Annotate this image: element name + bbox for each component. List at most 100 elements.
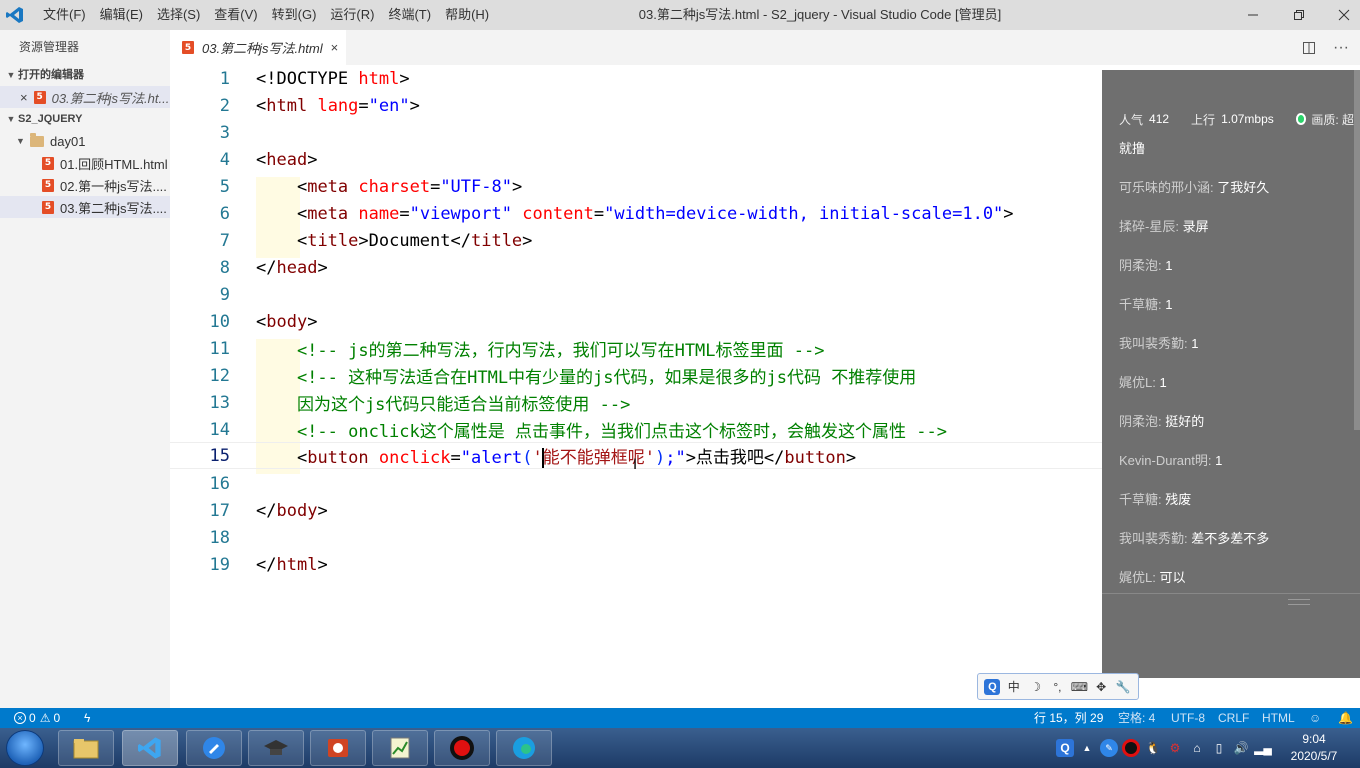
problems-indicator[interactable]: × 0 ⚠ 0 xyxy=(14,708,60,728)
bell-icon[interactable]: 🔔 xyxy=(1338,708,1353,728)
indentation[interactable]: 空格: 4 xyxy=(1118,708,1155,728)
file-item-3[interactable]: 5 03.第二种js写法.... xyxy=(0,196,170,218)
file-explorer-icon[interactable] xyxy=(58,730,114,766)
message-user: 阴柔泡: xyxy=(1119,258,1162,273)
network-manager-icon[interactable]: ⌂ xyxy=(1188,739,1206,757)
menu-go[interactable]: 转到(G) xyxy=(265,0,324,30)
end-of-line[interactable]: CRLF xyxy=(1218,708,1249,728)
code-comment: <!-- onclick这个属性是 点击事件，当我们点击这个标签时，会触发这个属… xyxy=(256,422,947,442)
line-number: 2 xyxy=(219,95,230,116)
close-icon[interactable]: × xyxy=(20,90,28,105)
explorer-sidebar: 资源管理器 ▼ 打开的编辑器 × 5 03.第二种js写法.ht... ▼ S2… xyxy=(0,30,170,708)
project-header[interactable]: ▼ S2_JQUERY xyxy=(0,108,170,130)
clock-date: 2020/5/7 xyxy=(1290,749,1338,763)
open-editors-header[interactable]: ▼ 打开的编辑器 xyxy=(0,64,170,86)
menu-selection[interactable]: 选择(S) xyxy=(150,0,207,30)
file-label: 02.第一种js写法.... xyxy=(60,178,167,194)
code-text: <head> xyxy=(256,149,318,170)
encoding[interactable]: UTF-8 xyxy=(1171,708,1205,728)
record-tray-icon[interactable] xyxy=(1122,739,1140,757)
moon-icon[interactable]: ☽ xyxy=(1027,680,1044,694)
message-user: 我叫裴秀勤: xyxy=(1119,531,1188,546)
code-text: <title>Document</title> xyxy=(296,230,533,251)
split-editor-icon[interactable] xyxy=(1294,30,1324,65)
tray-app-icon[interactable]: ✎ xyxy=(1100,739,1118,757)
powerpoint-icon[interactable] xyxy=(310,730,366,766)
quality-status-icon xyxy=(1295,113,1307,125)
message-user: 揉碎-星辰: xyxy=(1119,219,1179,234)
punctuation-icon[interactable]: °, xyxy=(1049,680,1066,694)
menu-file[interactable]: 文件(F) xyxy=(36,0,93,30)
device-icon[interactable]: ▯ xyxy=(1210,739,1228,757)
chat-message: 阴柔泡: 挺好的 xyxy=(1119,411,1204,430)
qq-input-icon[interactable]: Q xyxy=(1056,739,1074,757)
menu-help[interactable]: 帮助(H) xyxy=(438,0,496,30)
feedback-icon[interactable]: ☺ xyxy=(1309,708,1321,728)
line-number: 1 xyxy=(219,68,230,89)
status-bar: × 0 ⚠ 0 ϟ 行 15，列 29 空格: 4 UTF-8 CRLF HTM… xyxy=(0,708,1360,728)
chevron-down-icon: ▼ xyxy=(16,136,25,146)
keyboard-icon[interactable]: ⌨ xyxy=(1071,680,1088,694)
security-icon[interactable]: ⚙ xyxy=(1166,739,1184,757)
code-text: </body> xyxy=(256,500,328,521)
minimize-button[interactable] xyxy=(1230,0,1276,30)
lightning-icon[interactable]: ϟ xyxy=(84,708,90,728)
tools-icon[interactable]: ✥ xyxy=(1093,680,1110,694)
message-text: 1 xyxy=(1215,453,1223,468)
close-window-button[interactable] xyxy=(1321,0,1360,30)
wrench-icon[interactable]: 🔧 xyxy=(1114,680,1131,694)
screen-recorder-icon[interactable] xyxy=(434,730,490,766)
ime-logo-icon[interactable]: Q xyxy=(984,678,1001,695)
message-text: 就撸 xyxy=(1119,141,1146,156)
clock[interactable]: 9:04 2020/5/7 xyxy=(1284,731,1344,765)
volume-icon[interactable]: 🔊 xyxy=(1232,739,1250,757)
code-text: </html> xyxy=(256,554,328,575)
chart-app-icon[interactable] xyxy=(372,730,428,766)
line-number: 7 xyxy=(219,230,230,251)
error-icon: × xyxy=(14,712,26,724)
menu-terminal[interactable]: 终端(T) xyxy=(381,0,438,30)
ime-mode-toggle[interactable]: 中 xyxy=(1005,678,1022,695)
file-item-2[interactable]: 5 02.第一种js写法.... xyxy=(0,174,170,196)
line-number: 13 xyxy=(209,392,230,413)
menu-edit[interactable]: 编辑(E) xyxy=(93,0,150,30)
signal-icon[interactable]: ▂▄ xyxy=(1254,739,1272,757)
code-text: <meta charset="UTF-8"> xyxy=(296,176,523,197)
qq-penguin-icon[interactable]: 🐧 xyxy=(1144,739,1162,757)
message-text: 了我好久 xyxy=(1217,180,1270,195)
file-item-1[interactable]: 5 01.回顾HTML.html xyxy=(0,152,170,174)
open-editors-label: 打开的编辑器 xyxy=(18,69,84,81)
menu-view[interactable]: 查看(V) xyxy=(207,0,264,30)
code-text: <meta name="viewport" content="width=dev… xyxy=(296,203,1014,224)
menu-bar: 文件(F) 编辑(E) 选择(S) 查看(V) 转到(G) 运行(R) 终端(T… xyxy=(36,0,496,30)
folder-day01[interactable]: ▼ day01 xyxy=(0,130,170,152)
html5-file-icon: 5 xyxy=(42,200,54,214)
tab-close-icon[interactable]: × xyxy=(331,40,339,55)
vscode-taskbar-icon[interactable] xyxy=(122,730,178,766)
tray-expand-icon[interactable]: ▲ xyxy=(1078,739,1096,757)
edge-browser-icon[interactable] xyxy=(496,730,552,766)
live-chat-overlay: 人气 412 上行 1.07mbps 画质: 超 就撸 可乐味的邢小涵: 了我好… xyxy=(1102,70,1360,678)
language-mode[interactable]: HTML xyxy=(1262,708,1295,728)
line-number: 19 xyxy=(209,554,230,575)
code-text: <button onclick="alert('能不能弹框呢');">点击我吧<… xyxy=(296,448,857,468)
message-text: 1 xyxy=(1191,336,1199,351)
vscode-logo-icon xyxy=(0,0,30,30)
start-button[interactable] xyxy=(6,730,44,766)
more-actions-icon[interactable]: ··· xyxy=(1326,30,1356,65)
tab-active-file[interactable]: 5 03.第二种js写法.html × xyxy=(170,30,346,65)
restore-button[interactable] xyxy=(1276,0,1322,30)
chat-message: 阴柔泡: 1 xyxy=(1119,255,1172,274)
message-text: 差不多差不多 xyxy=(1191,531,1270,546)
chat-resize-handle[interactable] xyxy=(1102,593,1360,607)
popularity-value: 412 xyxy=(1149,112,1170,126)
cursor-position[interactable]: 行 15，列 29 xyxy=(1034,708,1103,728)
open-editor-item[interactable]: × 5 03.第二种js写法.ht... xyxy=(0,86,170,108)
chat-message: 揉碎-星辰: 录屏 xyxy=(1119,216,1209,235)
chat-message: 可乐味的邢小涵: 了我好久 xyxy=(1119,177,1269,196)
note-app-icon[interactable] xyxy=(186,730,242,766)
graduation-app-icon[interactable] xyxy=(248,730,304,766)
html5-file-icon: 5 xyxy=(42,178,54,192)
message-user: 可乐味的邢小涵: xyxy=(1119,180,1214,195)
menu-run[interactable]: 运行(R) xyxy=(323,0,381,30)
